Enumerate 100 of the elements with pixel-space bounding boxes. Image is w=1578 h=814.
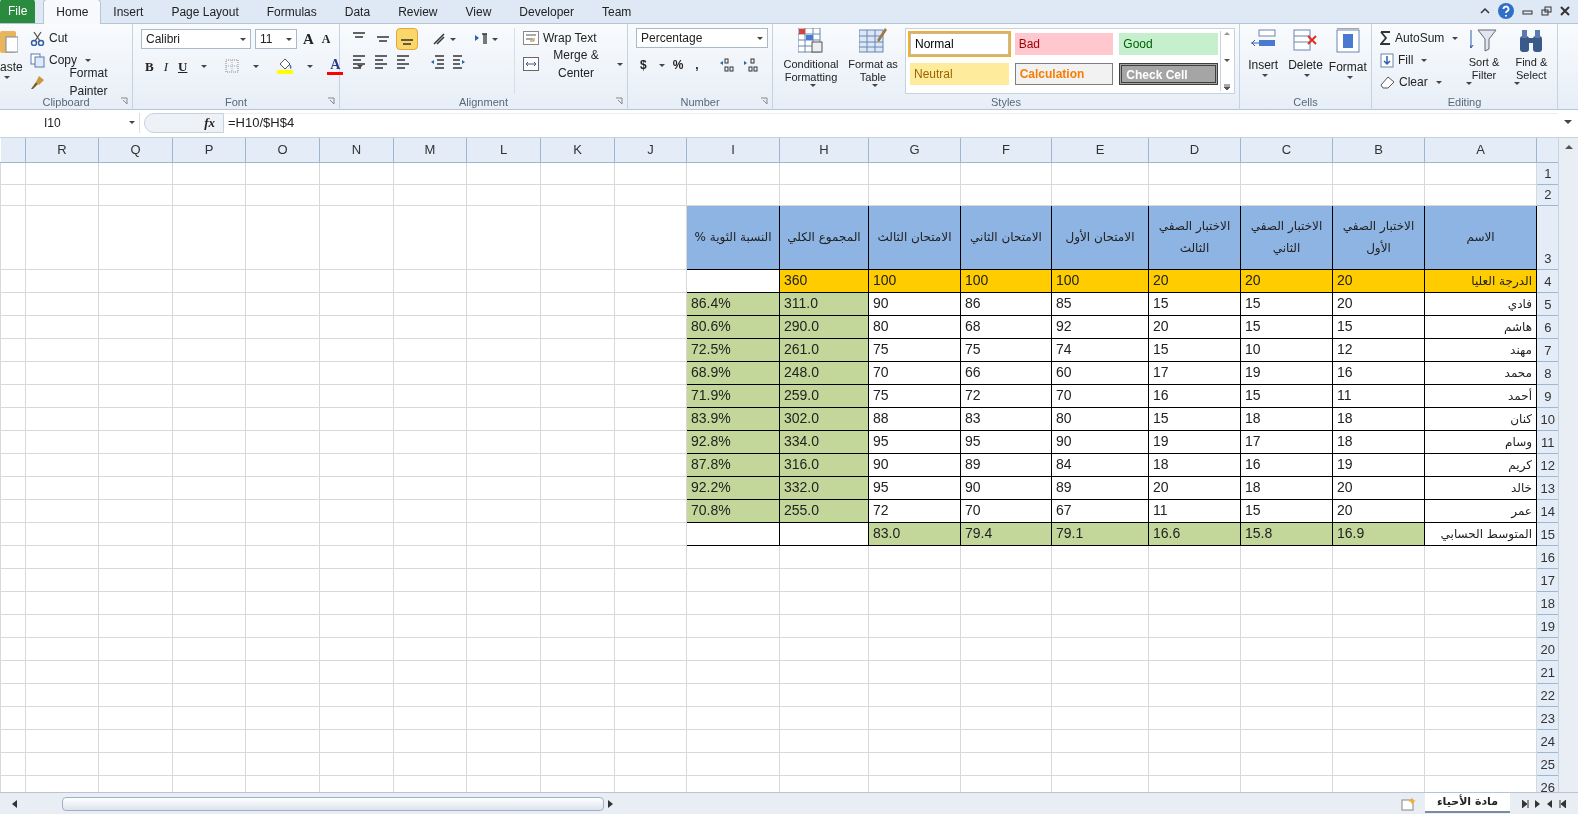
column-header[interactable]: F (960, 138, 1052, 162)
font-size-field[interactable]: 11 (255, 29, 297, 50)
table-cell: أحمد (1424, 384, 1537, 407)
column-header[interactable]: N (319, 138, 394, 162)
column-header[interactable]: R (25, 138, 99, 162)
column-header[interactable]: O (245, 138, 320, 162)
ribbon-tab[interactable]: Data (332, 1, 383, 23)
delete-button[interactable]: Delete (1286, 28, 1325, 94)
italic-button[interactable]: I (163, 56, 168, 76)
column-heading: المجموع الكلي (779, 205, 869, 269)
column-header[interactable]: A (1424, 138, 1537, 162)
format-button[interactable]: Format (1328, 28, 1367, 94)
font-color-button[interactable]: A (327, 57, 344, 75)
group-label: Styles (991, 94, 1021, 110)
ribbon-tab[interactable]: View (453, 1, 504, 23)
table-cell: فادي (1424, 292, 1537, 315)
cut-button[interactable]: Cut (30, 28, 128, 48)
shrink-font-button[interactable]: A (319, 30, 333, 49)
sheet-tab[interactable]: مادة الأحياء (1424, 793, 1510, 813)
number-format-field[interactable]: Percentage (636, 28, 768, 48)
wrap-text-icon (523, 31, 539, 45)
column-heading: الاختبار الصفي الثاني (1240, 205, 1333, 269)
bold-button[interactable]: B (145, 56, 154, 76)
cell-style-option[interactable]: Good (1119, 33, 1218, 55)
grow-font-button[interactable]: A (301, 28, 316, 51)
cell-style-option[interactable]: Neutral (910, 63, 1009, 85)
column-header[interactable]: Q (98, 138, 173, 162)
fill-button[interactable]: Fill (1380, 50, 1459, 70)
column-heading: الاختبار الصفي الثالث (1148, 205, 1241, 269)
table-cell: 70 (868, 361, 961, 384)
table-cell: 95 (868, 430, 961, 453)
column-header[interactable]: B (1332, 138, 1425, 162)
conditional-formatting-button[interactable]: Conditional Formatting (777, 28, 845, 94)
column-header[interactable]: C (1240, 138, 1333, 162)
caret-icon (4, 76, 10, 79)
wrap-text-button[interactable]: Wrap Text (523, 28, 623, 48)
column-header[interactable]: J (614, 138, 687, 162)
table-cell: 86 (960, 292, 1052, 315)
cell-style-option[interactable]: Normal (910, 33, 1009, 55)
column-header[interactable]: D (1148, 138, 1241, 162)
table-cell: 60 (1051, 361, 1149, 384)
column-header[interactable]: E (1051, 138, 1149, 162)
find-select-button[interactable]: Find & Select (1509, 28, 1553, 94)
increase-decimal-icon (718, 58, 735, 72)
table-brush-icon (859, 28, 887, 54)
table-cell: 67 (1051, 499, 1149, 522)
column-header[interactable]: M (393, 138, 467, 162)
scroll-left-icon (12, 799, 18, 808)
formula-field[interactable]: =H10/$H$4 (224, 112, 1558, 133)
ribbon-tab[interactable]: Review (386, 1, 450, 23)
font-name-field[interactable]: Calibri (141, 29, 251, 50)
ribbon-tab[interactable]: Developer (507, 1, 586, 23)
text-orientation-icon (432, 32, 446, 46)
caret-icon (810, 84, 816, 87)
group-label: Editing (1447, 94, 1482, 110)
table-cell: 90 (868, 453, 961, 476)
currency-button[interactable]: $ (640, 56, 647, 74)
delete-cells-icon (1292, 28, 1319, 52)
sigma-icon (1380, 31, 1391, 45)
format-cells-icon (1334, 28, 1361, 54)
group-label: Number (680, 94, 720, 110)
insert-button[interactable]: Insert (1244, 28, 1283, 94)
table-cell: 15 (1148, 407, 1241, 430)
column-heading: الامتحان الثاني (960, 205, 1052, 269)
column-header[interactable]: K (540, 138, 615, 162)
ribbon-tab[interactable]: Team (590, 1, 644, 23)
scrollbar-thumb[interactable] (62, 796, 604, 811)
column-header[interactable]: L (466, 138, 541, 162)
format-as-table-button[interactable]: Format as Table (845, 28, 901, 94)
ribbon-tab[interactable]: Home (43, 0, 102, 24)
comma-button[interactable]: , (691, 56, 703, 74)
column-header[interactable]: P (172, 138, 246, 162)
table-cell: 80 (1051, 407, 1149, 430)
ribbon-tab[interactable]: Page Layout (159, 1, 251, 23)
clear-button[interactable]: Clear (1380, 72, 1459, 92)
copy-icon (30, 52, 45, 68)
table-cell: 17 (1240, 430, 1333, 453)
name-box[interactable]: I10 (0, 112, 140, 133)
table-cell: 18 (1240, 407, 1333, 430)
scroll-down-icon (1223, 57, 1230, 63)
underline-button[interactable]: U (178, 56, 188, 76)
ribbon-tab[interactable]: Insert (101, 1, 156, 23)
ribbon-tab[interactable]: Formulas (254, 1, 329, 23)
collapse-ribbon-icon (1480, 6, 1490, 16)
table-cell: 19 (1332, 453, 1425, 476)
column-header[interactable]: H (779, 138, 869, 162)
table-cell: 16 (1148, 384, 1241, 407)
column-header[interactable]: I (686, 138, 780, 162)
autosum-button[interactable]: AutoSum (1380, 28, 1459, 48)
ribbon-tab[interactable]: File (0, 0, 36, 23)
group-label: Alignment (459, 94, 508, 110)
column-header[interactable]: G (868, 138, 961, 162)
table-cell: 88 (868, 407, 961, 430)
vertical-align-button[interactable] (396, 28, 418, 50)
more-styles-icon (1223, 84, 1230, 91)
percent-button[interactable]: % (672, 56, 684, 74)
insert-function-button[interactable]: fx (144, 112, 224, 133)
paste-button[interactable]: aste (0, 28, 22, 94)
cell-style-option[interactable]: Bad (1014, 33, 1114, 55)
sort-filter-button[interactable]: Sort & Filter (1462, 28, 1506, 94)
